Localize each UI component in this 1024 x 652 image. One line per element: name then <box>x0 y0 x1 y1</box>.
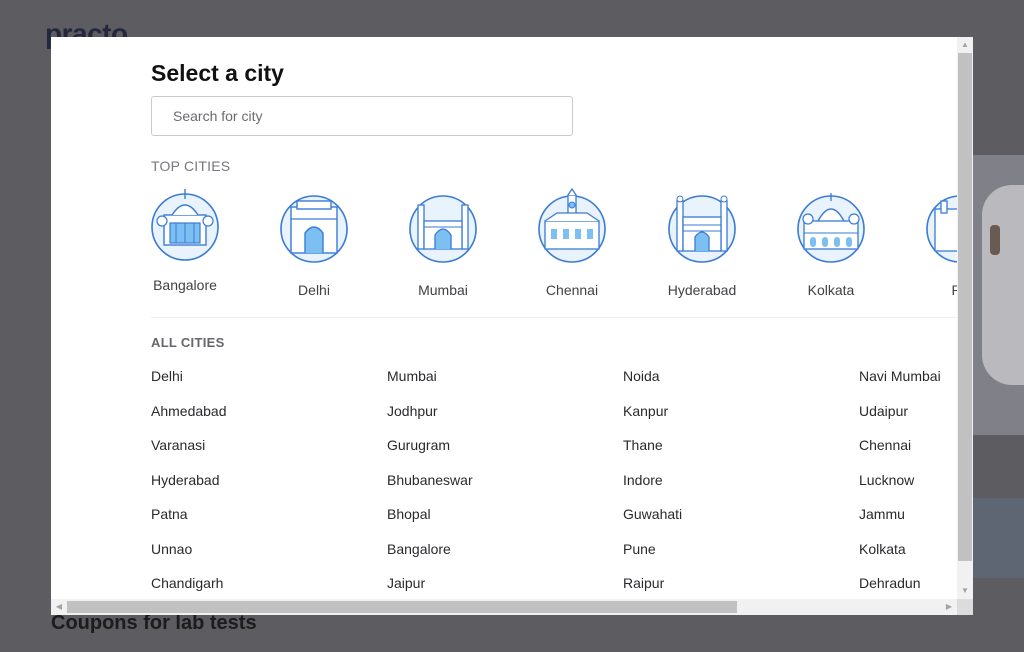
city-link-jammu[interactable]: Jammu <box>859 506 905 522</box>
coupons-heading: Coupons for lab tests <box>51 612 257 634</box>
horizontal-scrollbar[interactable]: ◀ ▶ <box>51 599 957 615</box>
bangalore-palace-icon <box>150 185 220 265</box>
scrollbar-corner <box>957 599 973 615</box>
top-city-mumbai[interactable]: Mumbai <box>388 187 498 298</box>
city-search-box[interactable] <box>151 96 573 136</box>
scroll-down-arrow-icon[interactable]: ▼ <box>957 583 973 599</box>
city-link-udaipur[interactable]: Udaipur <box>859 403 908 419</box>
top-city-label: Mumbai <box>418 282 468 298</box>
pune-landmark-icon <box>925 187 957 267</box>
city-link-patna[interactable]: Patna <box>151 506 188 522</box>
city-select-modal: Select a city TOP CITIES Bangalore Delhi… <box>51 37 973 615</box>
city-search-input[interactable] <box>152 97 572 135</box>
victoria-memorial-icon <box>796 187 866 267</box>
city-link-delhi[interactable]: Delhi <box>151 368 183 384</box>
vertical-scrollbar[interactable]: ▲ ▼ <box>957 37 973 599</box>
city-link-gurugram[interactable]: Gurugram <box>387 437 450 453</box>
city-link-unnao[interactable]: Unnao <box>151 541 192 557</box>
background-hero-image <box>972 155 1024 435</box>
background-banner <box>972 498 1024 578</box>
top-city-hyderabad[interactable]: Hyderabad <box>647 187 757 298</box>
top-city-label: Hyderabad <box>667 282 737 298</box>
city-link-chennai[interactable]: Chennai <box>859 437 911 453</box>
city-link-bhopal[interactable]: Bhopal <box>387 506 431 522</box>
all-cities-heading: ALL CITIES <box>151 335 225 350</box>
top-city-label: Bangalore <box>153 277 217 293</box>
top-city-label: Kolkata <box>807 282 855 298</box>
top-city-kolkata[interactable]: Kolkata <box>776 187 886 298</box>
modal-title: Select a city <box>151 60 284 86</box>
city-link-kanpur[interactable]: Kanpur <box>623 403 668 419</box>
top-city-bangalore[interactable]: Bangalore <box>130 187 240 293</box>
scroll-left-arrow-icon[interactable]: ◀ <box>51 599 67 615</box>
city-link-dehradun[interactable]: Dehradun <box>859 575 921 591</box>
scroll-right-arrow-icon[interactable]: ▶ <box>941 599 957 615</box>
city-link-lucknow[interactable]: Lucknow <box>859 472 914 488</box>
gateway-of-india-icon <box>408 187 478 267</box>
city-link-ahmedabad[interactable]: Ahmedabad <box>151 403 227 419</box>
city-link-mumbai[interactable]: Mumbai <box>387 368 437 384</box>
city-link-chandigarh[interactable]: Chandigarh <box>151 575 223 591</box>
chennai-central-icon <box>537 187 607 267</box>
city-link-thane[interactable]: Thane <box>623 437 663 453</box>
vertical-scroll-thumb[interactable] <box>958 53 972 561</box>
top-city-delhi[interactable]: Delhi <box>259 187 369 298</box>
city-link-navi-mumbai[interactable]: Navi Mumbai <box>859 368 941 384</box>
top-city-label: Pu <box>951 282 957 298</box>
city-link-pune[interactable]: Pune <box>623 541 656 557</box>
city-link-jaipur[interactable]: Jaipur <box>387 575 425 591</box>
top-city-chennai[interactable]: Chennai <box>517 187 627 298</box>
city-link-hyderabad[interactable]: Hyderabad <box>151 472 220 488</box>
city-link-guwahati[interactable]: Guwahati <box>623 506 682 522</box>
top-city-label: Delhi <box>298 282 330 298</box>
scroll-up-arrow-icon[interactable]: ▲ <box>957 37 973 53</box>
section-divider <box>151 317 957 318</box>
modal-content: Select a city TOP CITIES Bangalore Delhi… <box>51 37 957 599</box>
charminar-icon <box>667 187 737 267</box>
top-cities-heading: TOP CITIES <box>151 158 231 174</box>
horizontal-scroll-thumb[interactable] <box>67 601 737 613</box>
top-city-pu[interactable]: Pu <box>905 187 957 298</box>
city-link-bhubaneswar[interactable]: Bhubaneswar <box>387 472 473 488</box>
city-link-kolkata[interactable]: Kolkata <box>859 541 906 557</box>
city-link-noida[interactable]: Noida <box>623 368 660 384</box>
city-link-indore[interactable]: Indore <box>623 472 663 488</box>
city-link-bangalore[interactable]: Bangalore <box>387 541 451 557</box>
city-link-raipur[interactable]: Raipur <box>623 575 664 591</box>
city-link-jodhpur[interactable]: Jodhpur <box>387 403 438 419</box>
top-city-label: Chennai <box>545 282 599 298</box>
india-gate-icon <box>279 187 349 267</box>
city-link-varanasi[interactable]: Varanasi <box>151 437 205 453</box>
